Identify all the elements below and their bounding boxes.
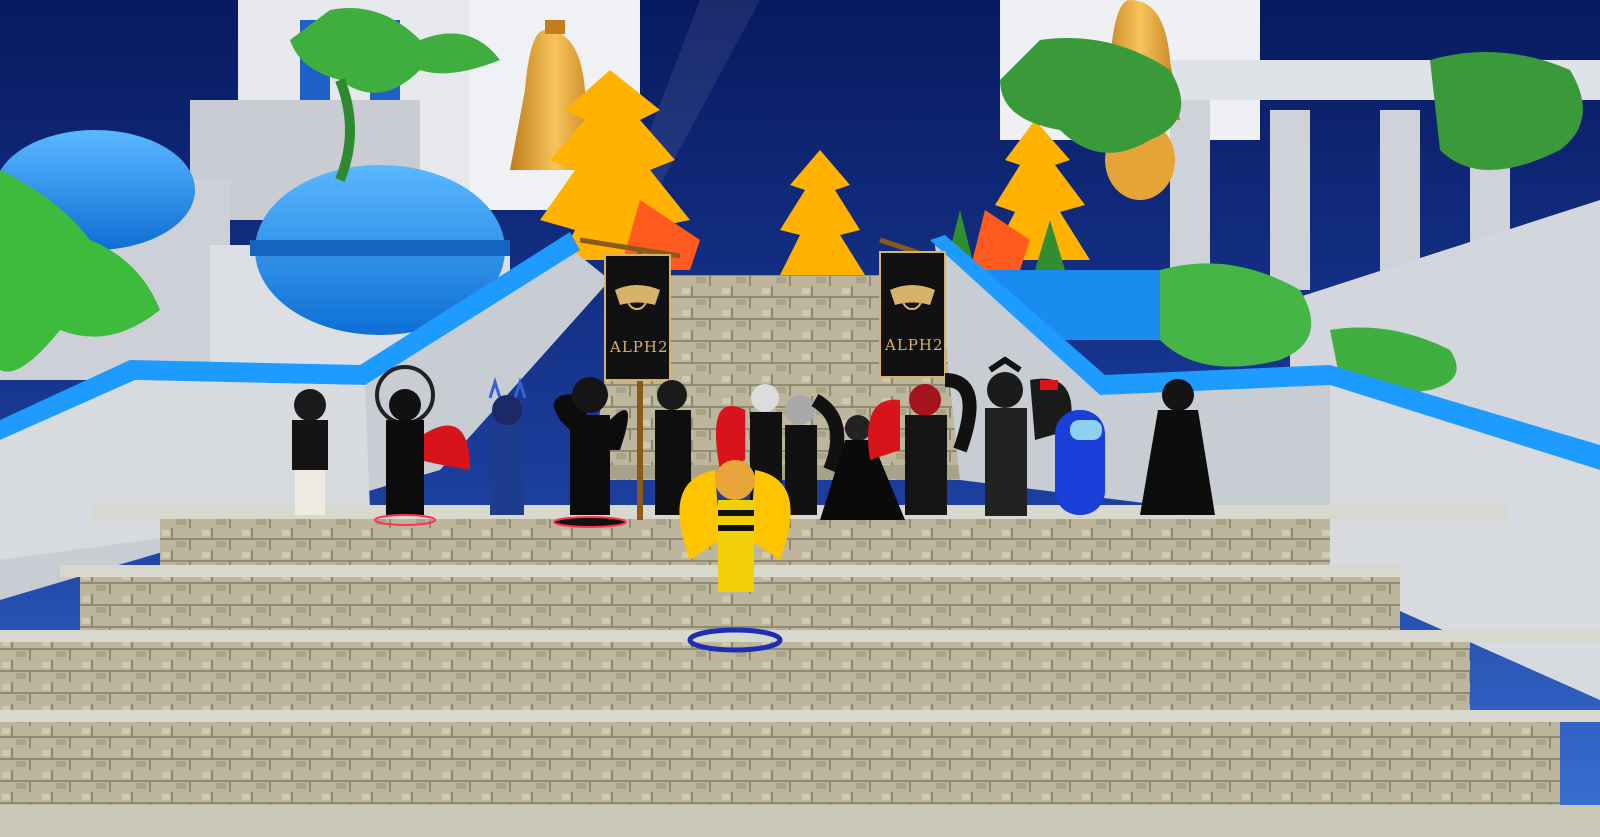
right-banner: ALPH2	[879, 237, 946, 378]
game-viewport[interactable]: ALPH2 ALPH2	[0, 0, 1600, 837]
avatar-among-us-blue[interactable]	[1055, 410, 1105, 515]
avatar-military-jacket[interactable]	[292, 389, 328, 515]
left-banner-text: ALPH2	[609, 338, 669, 356]
right-banner-text: ALPH2	[884, 336, 944, 354]
